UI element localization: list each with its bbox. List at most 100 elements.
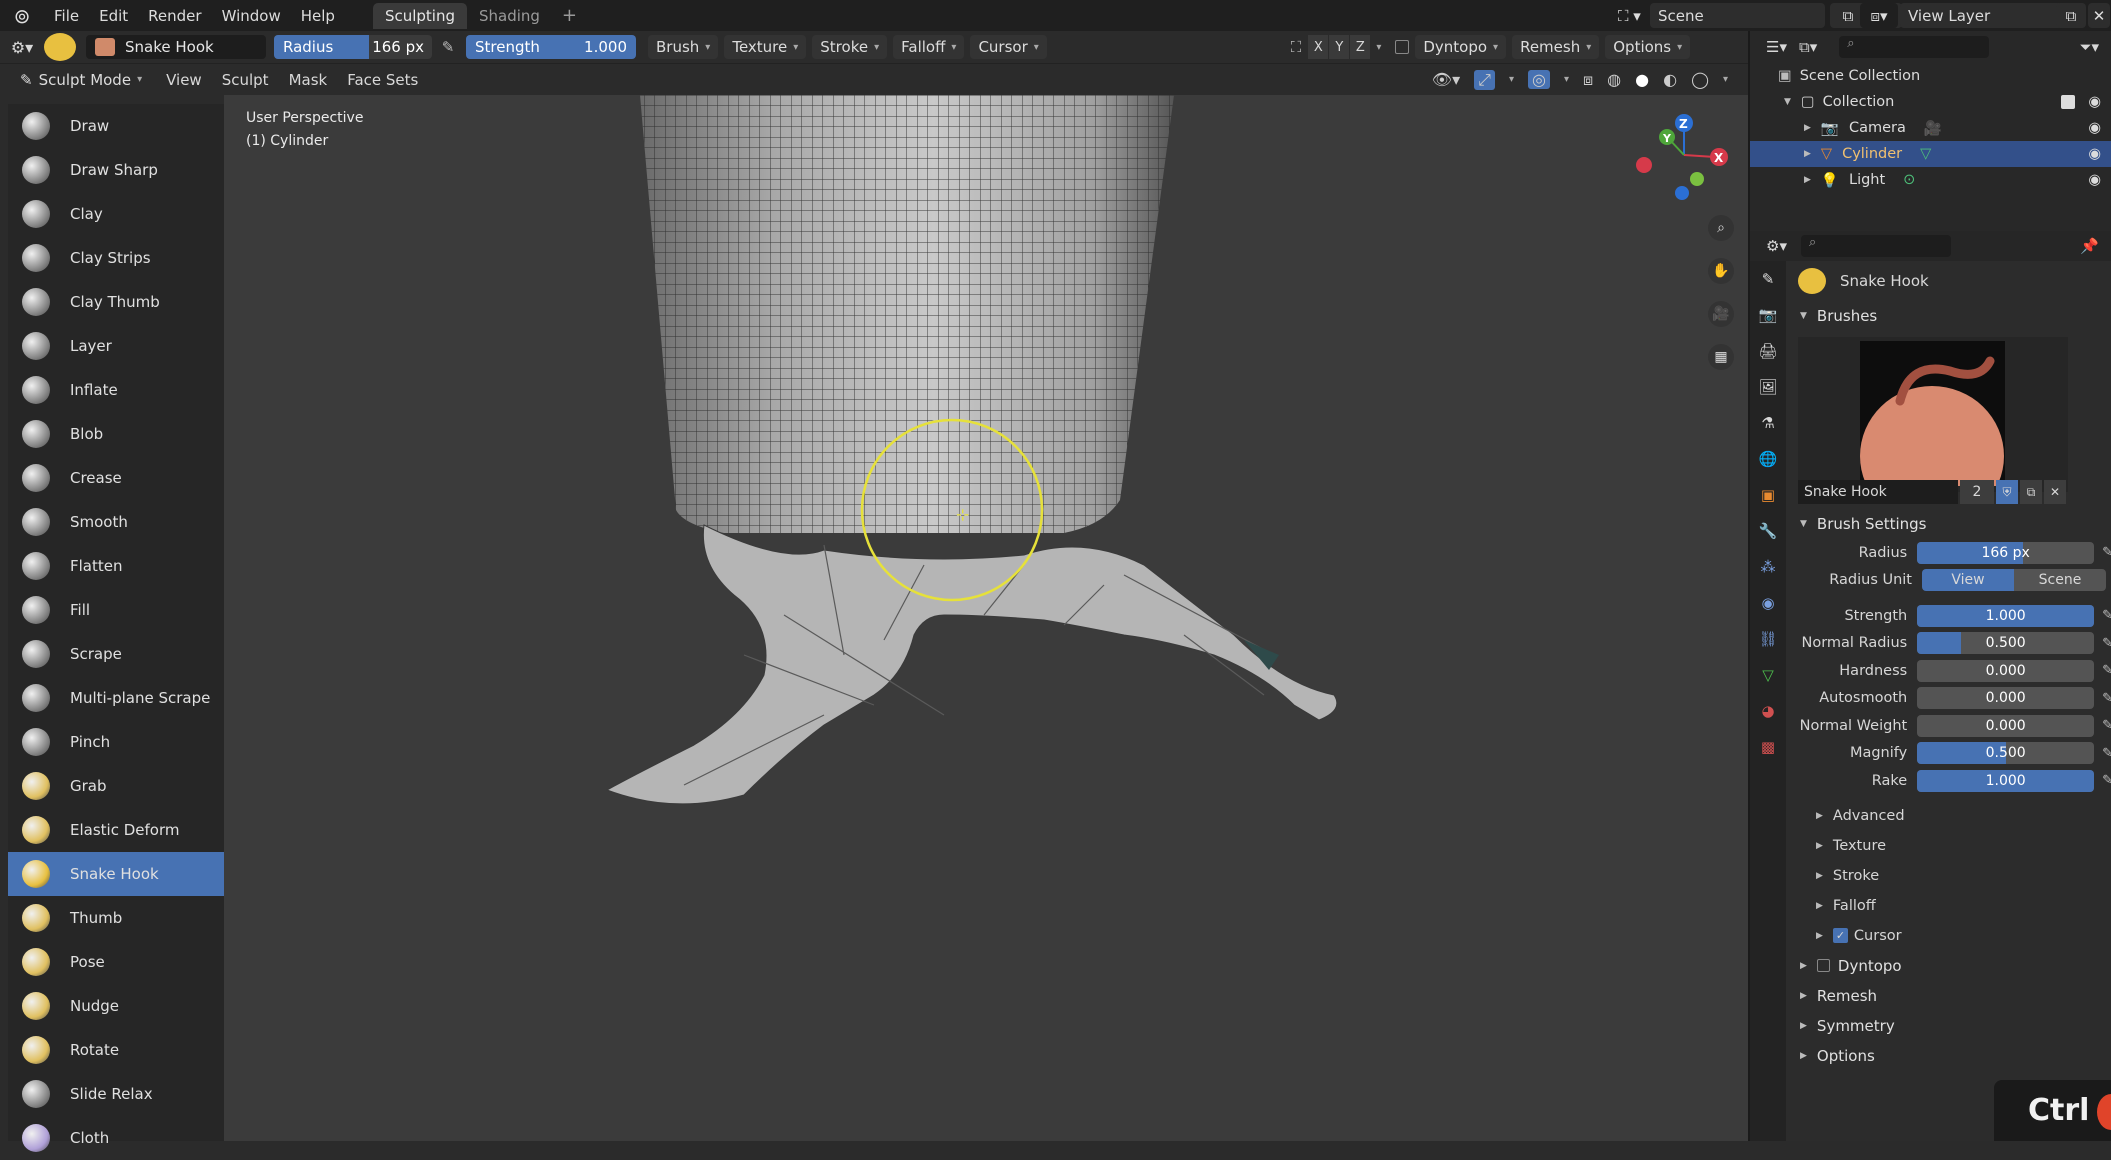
new-view-layer-icon[interactable]: ⧉ (2056, 3, 2086, 28)
properties-editor-icon[interactable]: ⚙▾ (1766, 237, 1787, 255)
tool-scrape[interactable]: Scrape (8, 632, 224, 676)
tool-elastic-deform[interactable]: Elastic Deform (8, 808, 224, 852)
tool-clay-thumb[interactable]: Clay Thumb (8, 280, 224, 324)
brush-icon[interactable] (44, 33, 76, 61)
world-tab-icon[interactable]: 🌐 (1750, 441, 1786, 477)
pressure-icon[interactable]: ✎ (2102, 663, 2111, 678)
header-menu-options[interactable]: Options ▾ (1605, 35, 1691, 59)
menu-render[interactable]: Render (138, 7, 211, 25)
subsection-stroke[interactable]: ▶ Stroke (1788, 861, 2111, 891)
tool-smooth[interactable]: Smooth (8, 500, 224, 544)
object-tab-icon[interactable]: ▣ (1750, 477, 1786, 513)
render-tab-icon[interactable]: 📷 (1750, 297, 1786, 333)
properties-search-input[interactable]: ⌕ (1800, 235, 1951, 257)
setting-slider[interactable]: 1.000 (1917, 769, 2095, 792)
outliner-search-input[interactable]: ⌕ (1839, 36, 1990, 58)
tool-multi-plane-scrape[interactable]: Multi-plane Scrape (8, 676, 224, 720)
view-layer-icon[interactable]: ⧈▾ (1860, 3, 1898, 28)
eye-icon[interactable]: ◉ (2088, 146, 2101, 162)
blender-logo-icon[interactable]: ⊚ (0, 0, 44, 31)
tool-fill[interactable]: Fill (8, 588, 224, 632)
symmetry-dropdown-icon[interactable]: ▾ (1376, 42, 1381, 53)
brushes-section-header[interactable]: ▼ Brushes (1788, 301, 2111, 331)
tool-draw[interactable]: Draw (8, 104, 224, 148)
eye-icon[interactable]: ◉ (2088, 120, 2101, 136)
dyntopo-checkbox[interactable] (1395, 40, 1410, 54)
xray-icon[interactable]: ⧈ (1583, 70, 1593, 90)
duplicate-brush-icon[interactable]: ⧉ (2020, 480, 2042, 504)
object-data-icon[interactable]: ▽ (1920, 146, 1931, 162)
header-menu-texture[interactable]: Texture ▾ (724, 35, 807, 59)
header-menu-stroke[interactable]: Stroke ▾ (812, 35, 888, 59)
delete-view-layer-icon[interactable]: ✕ (2088, 3, 2110, 28)
output-tab-icon[interactable]: 🖨 (1750, 333, 1786, 369)
symmetry-axis-z[interactable]: Z (1350, 35, 1371, 59)
header-menu-dyntopo[interactable]: Dyntopo ▾ (1415, 35, 1507, 59)
setting-slider[interactable]: 0.500 (1917, 632, 2095, 655)
tool-clay-strips[interactable]: Clay Strips (8, 236, 224, 280)
setting-slider[interactable]: 0.000 (1917, 714, 2095, 737)
setting-slider[interactable]: 0.500 (1917, 742, 2095, 765)
fake-user-shield-icon[interactable]: ⛨ (1996, 480, 2018, 504)
tool-slide-relax[interactable]: Slide Relax (8, 1072, 224, 1116)
tool-nudge[interactable]: Nudge (8, 984, 224, 1028)
camera-view-icon[interactable]: 🎥 (1708, 301, 1734, 327)
tool-blob[interactable]: Blob (8, 412, 224, 456)
pin-icon[interactable]: 📌 (2080, 237, 2099, 255)
editor-type-icon[interactable]: ⚙▾ (0, 38, 44, 57)
menu-file[interactable]: File (44, 7, 89, 25)
collection-row[interactable]: ▼ ▢ Collection ◉ (1750, 89, 2111, 115)
pressure-icon[interactable]: ✎ (2102, 718, 2111, 733)
outliner-item-cylinder[interactable]: ▶ ▽ Cylinder ▽ ◉ (1750, 141, 2111, 167)
subsection-advanced[interactable]: ▶ Advanced (1788, 801, 2111, 831)
scene-name-field[interactable]: Scene (1650, 3, 1825, 28)
physics-tab-icon[interactable]: ◉ (1750, 585, 1786, 621)
wireframe-shading-icon[interactable]: ◍ (1607, 70, 1621, 89)
visibility-icon[interactable]: 👁▾ (1432, 70, 1460, 89)
brush-preview-image[interactable] (1860, 341, 2005, 486)
setting-slider[interactable]: 1.000 (1917, 604, 2095, 627)
section-options[interactable]: ▶ Options (1788, 1041, 2111, 1071)
header-menu-brush[interactable]: Brush ▾ (648, 35, 719, 59)
pressure-icon[interactable]: ✎ (2102, 746, 2111, 761)
tool-crease[interactable]: Crease (8, 456, 224, 500)
tool-clay[interactable]: Clay (8, 192, 224, 236)
particles-tab-icon[interactable]: ⁂ (1750, 549, 1786, 585)
pressure-icon[interactable]: ✎ (2102, 691, 2111, 706)
material-shading-icon[interactable]: ◐ (1663, 70, 1677, 89)
outliner-editor-icon[interactable]: ☰▾ (1766, 38, 1787, 56)
constraints-tab-icon[interactable]: ⛓ (1750, 621, 1786, 657)
object-data-icon[interactable]: ⊙ (1903, 172, 1915, 188)
brush-users-count[interactable]: 2 (1960, 480, 1994, 504)
unlink-brush-icon[interactable]: ✕ (2044, 480, 2066, 504)
dyntopo-section-checkbox[interactable] (1816, 959, 1830, 972)
subsection-falloff[interactable]: ▶ Falloff (1788, 891, 2111, 921)
symmetry-axis-x[interactable]: X (1308, 35, 1329, 59)
tool-cloth[interactable]: Cloth (8, 1116, 224, 1160)
view-layer-tab-icon[interactable]: 🖼 (1750, 369, 1786, 405)
tool-grab[interactable]: Grab (8, 764, 224, 808)
tool-thumb[interactable]: Thumb (8, 896, 224, 940)
strength-field[interactable]: Strength 1.000 (466, 35, 636, 59)
pan-hand-icon[interactable]: ✋ (1708, 258, 1734, 284)
menu-window[interactable]: Window (212, 7, 291, 25)
tool-draw-sharp[interactable]: Draw Sharp (8, 148, 224, 192)
ortho-grid-icon[interactable]: ▦ (1708, 344, 1734, 370)
material-tab-icon[interactable]: ◕ (1750, 693, 1786, 729)
add-workspace-icon[interactable]: + (552, 1, 587, 30)
zoom-icon[interactable]: ⌕ (1708, 215, 1734, 241)
setting-slider[interactable]: 0.000 (1917, 687, 2095, 710)
expand-arrow-icon[interactable]: ▶ (1804, 175, 1811, 185)
outliner-item-light[interactable]: ▶ 💡 Light ⊙ ◉ (1750, 167, 2111, 193)
display-mode-icon[interactable]: ⧉▾ (1799, 38, 1817, 56)
3d-viewport[interactable]: ⊹ Z X Y User Perspective (1) Cylinder ⌕ … (224, 95, 1748, 1141)
subsection-cursor[interactable]: ▶ ✓ Cursor (1788, 921, 2111, 951)
gizmo-icon[interactable]: ⤢ (1474, 69, 1495, 90)
viewport-menu-face-sets[interactable]: Face Sets (337, 71, 428, 89)
setting-slider[interactable]: 166 px (1917, 541, 2095, 564)
section-dyntopo[interactable]: ▶ Dyntopo (1788, 951, 2111, 981)
collection-checkbox[interactable] (2061, 95, 2075, 109)
brush-settings-header[interactable]: ▼ Brush Settings (1788, 509, 2111, 539)
scene-collection-row[interactable]: ▣ Scene Collection (1750, 63, 2111, 89)
subsection-texture[interactable]: ▶ Texture (1788, 831, 2111, 861)
